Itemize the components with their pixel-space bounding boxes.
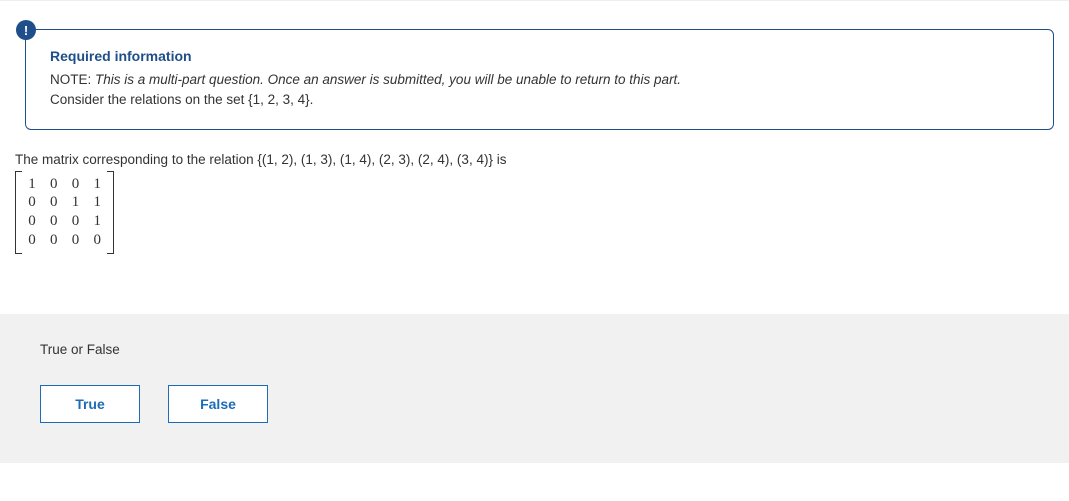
matrix-cell: 1 bbox=[23, 175, 41, 194]
question-stem: The matrix corresponding to the relation… bbox=[15, 152, 1054, 167]
note-text: This is a multi-part question. Once an a… bbox=[95, 72, 681, 87]
matrix-cell: 1 bbox=[88, 212, 106, 231]
matrix-row: 0 0 1 1 bbox=[23, 193, 106, 212]
matrix-cell: 0 bbox=[45, 212, 63, 231]
matrix-cell: 1 bbox=[88, 175, 106, 194]
matrix-cell: 0 bbox=[67, 212, 85, 231]
matrix-cell: 0 bbox=[67, 231, 85, 250]
page: ! Required information NOTE: This is a m… bbox=[0, 0, 1069, 463]
info-title: Required information bbox=[50, 48, 1029, 64]
true-button[interactable]: True bbox=[40, 385, 140, 423]
matrix-cell: 1 bbox=[88, 193, 106, 212]
info-card: ! Required information NOTE: This is a m… bbox=[25, 29, 1054, 130]
false-button[interactable]: False bbox=[168, 385, 268, 423]
info-context: Consider the relations on the set {1, 2,… bbox=[50, 92, 313, 107]
matrix-cell: 0 bbox=[23, 231, 41, 250]
exclamation-icon: ! bbox=[16, 20, 36, 40]
matrix-cell: 0 bbox=[67, 175, 85, 194]
matrix-row: 0 0 0 0 bbox=[23, 231, 106, 250]
matrix-cell: 0 bbox=[45, 175, 63, 194]
matrix-cell: 1 bbox=[67, 193, 85, 212]
matrix-cell: 0 bbox=[45, 231, 63, 250]
matrix-cell: 0 bbox=[23, 212, 41, 231]
matrix-cell: 0 bbox=[23, 193, 41, 212]
matrix-row: 1 0 0 1 bbox=[23, 175, 106, 194]
info-note: NOTE: This is a multi-part question. Onc… bbox=[50, 70, 1029, 111]
answer-buttons: True False bbox=[40, 385, 1029, 423]
matrix: 1 0 0 1 0 0 1 1 0 0 0 1 0 0 0 0 bbox=[15, 171, 114, 254]
answer-panel: True or False True False bbox=[0, 314, 1069, 463]
matrix-cell: 0 bbox=[88, 231, 106, 250]
note-label: NOTE: bbox=[50, 72, 91, 87]
matrix-cell: 0 bbox=[45, 193, 63, 212]
matrix-row: 0 0 0 1 bbox=[23, 212, 106, 231]
question-block: The matrix corresponding to the relation… bbox=[15, 152, 1054, 254]
answer-prompt: True or False bbox=[40, 342, 1029, 357]
